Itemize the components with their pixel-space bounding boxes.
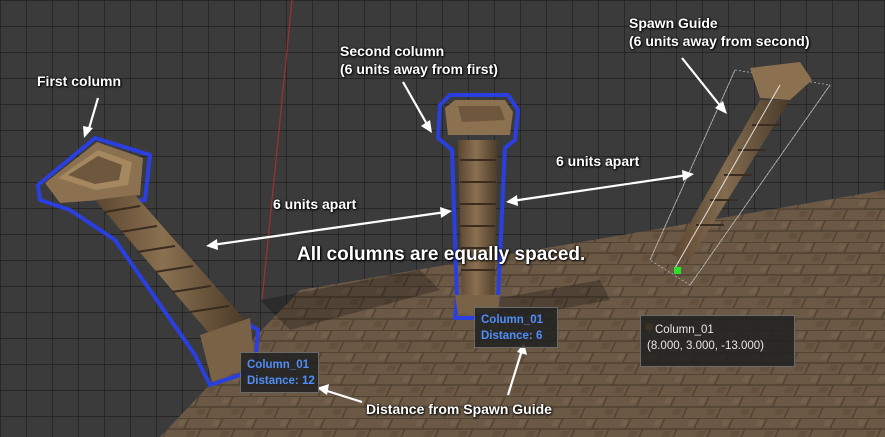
distance-from-guide-caption: Distance from Spawn Guide (366, 401, 552, 417)
spawn-guide-sublabel: (6 units away from second) (629, 33, 810, 49)
first-column-label: First column (37, 73, 122, 89)
column-1-tooltip: Column_01 Distance: 12 (240, 352, 319, 393)
tooltip-object-name: Column_01 (247, 359, 309, 371)
tooltip-distance: Distance: 12 (247, 375, 315, 387)
tooltip-object-name: Column_01 (481, 314, 543, 326)
distance-label-left: 6 units apart (273, 196, 357, 212)
distance-label-right: 6 units apart (556, 153, 640, 169)
column-2-tooltip: Column_01 Distance: 6 (474, 307, 558, 348)
second-column-sublabel: (6 units away from first) (340, 61, 498, 77)
spawn-guide-label: Spawn Guide (629, 15, 718, 31)
second-column-label: Second column (340, 43, 445, 59)
guide-handle-icon[interactable] (674, 267, 681, 274)
tooltip-position: (8.000, 3.000, -13.000) (647, 340, 764, 352)
scene-viewport[interactable]: First column Second column (6 units away… (0, 0, 885, 437)
equal-spacing-caption: All columns are equally spaced. (297, 244, 586, 265)
tooltip-object-name: Column_01 (655, 324, 714, 336)
spawn-guide-tooltip: Column_01 (8.000, 3.000, -13.000) (640, 315, 795, 367)
tooltip-distance: Distance: 6 (481, 330, 543, 342)
